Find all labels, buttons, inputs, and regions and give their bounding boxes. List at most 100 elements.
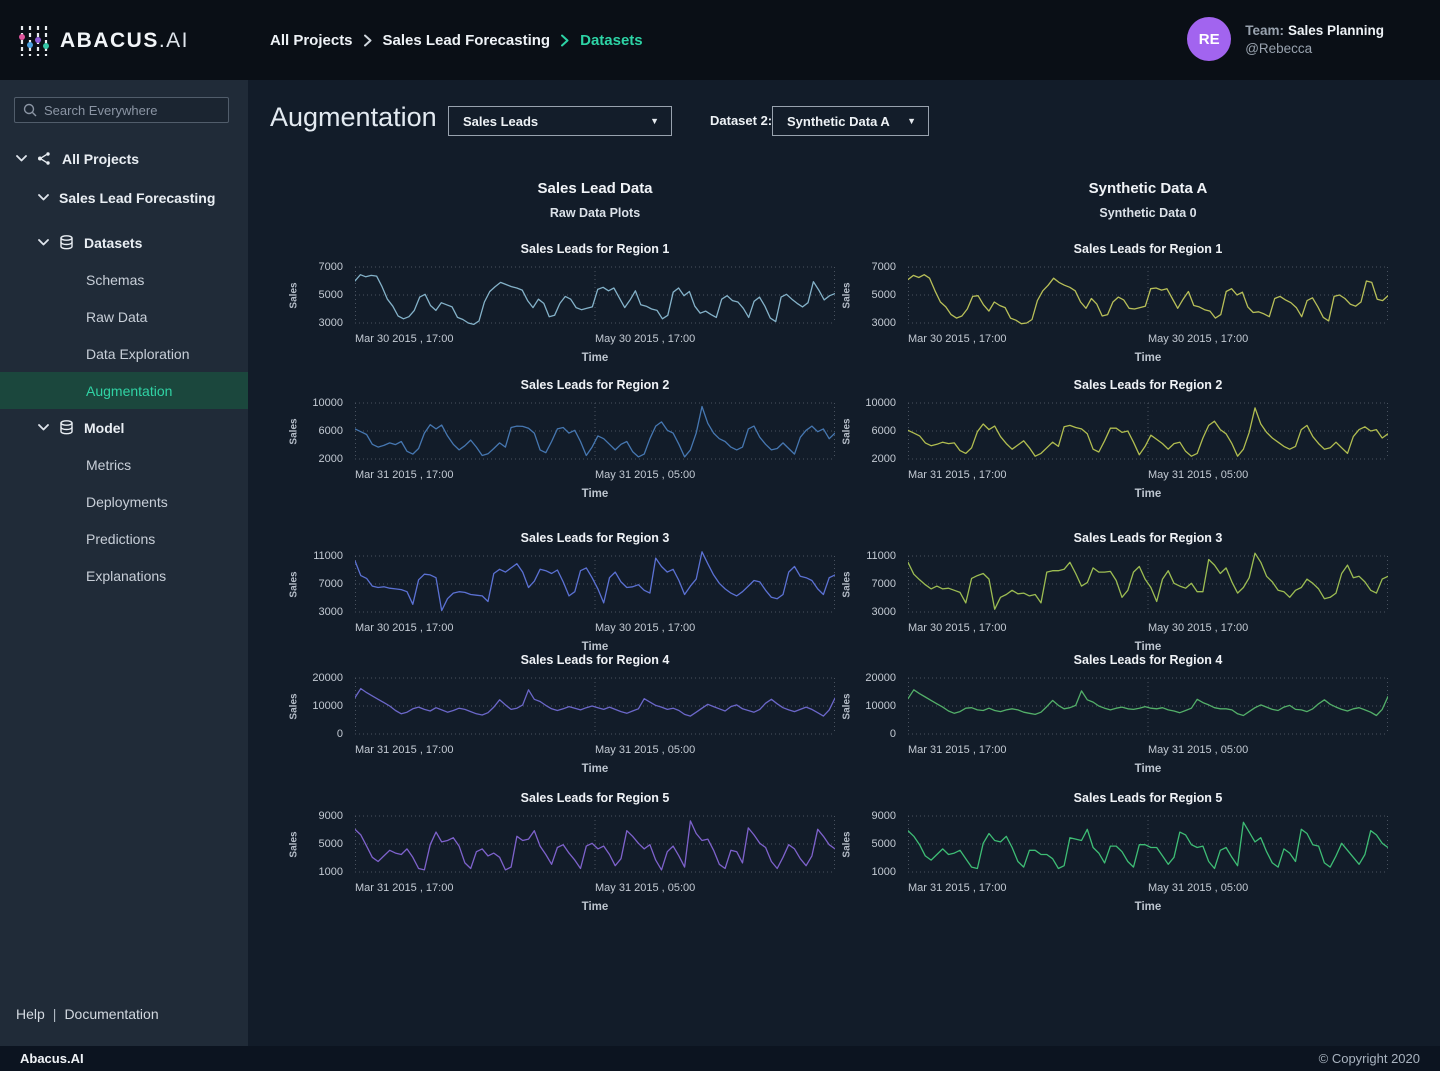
y-tick: 5000 [319, 289, 343, 301]
x-tick: Mar 30 2015 , 17:00 [908, 622, 1006, 634]
x-tick: May 30 2015 , 17:00 [595, 622, 695, 634]
sidebar-item-model[interactable]: Model [0, 409, 248, 446]
y-tick: 3000 [319, 317, 343, 329]
sidebar-item-predictions[interactable]: Predictions [0, 520, 248, 557]
sidebar-item-datasets[interactable]: Datasets [0, 224, 248, 261]
x-tick: May 30 2015 , 17:00 [595, 333, 695, 345]
app-root: ABACUS.AI All Projects Sales Lead Forecas… [0, 0, 1440, 1071]
y-axis-label: Sales [288, 670, 301, 742]
y-tick: 20000 [312, 672, 343, 684]
sidebar-item-data-exploration[interactable]: Data Exploration [0, 335, 248, 372]
sidebar-item-raw-data[interactable]: Raw Data [0, 298, 248, 335]
y-axis-ticks: 1100070003000 [854, 548, 902, 620]
x-axis-label: Time [355, 901, 835, 913]
sidebar-item-schemas[interactable]: Schemas [0, 261, 248, 298]
page-title: Augmentation [270, 102, 437, 133]
sidebar-item-metrics[interactable]: Metrics [0, 446, 248, 483]
chart-title: Sales Leads for Region 5 [908, 791, 1388, 805]
x-tick: May 30 2015 , 17:00 [1148, 333, 1248, 345]
abacus-logo[interactable]: ABACUS.AI [18, 24, 189, 58]
topbar: ABACUS.AI All Projects Sales Lead Forecas… [0, 0, 1440, 80]
chart-left-region-2: Sales Leads for Region 2Sales10000600020… [288, 378, 835, 504]
sidebar-item-label: Metrics [86, 457, 131, 473]
x-axis-label: Time [355, 763, 835, 775]
sidebar-item-all-projects[interactable]: All Projects [0, 140, 248, 177]
y-tick: 2000 [319, 453, 343, 465]
sidebar-item-label: Deployments [86, 494, 168, 510]
x-tick: May 31 2015 , 05:00 [1148, 744, 1248, 756]
chart-title: Sales Leads for Region 3 [908, 531, 1388, 545]
dataset2-label: Dataset 2: [710, 106, 772, 136]
y-axis-label: Sales [288, 259, 301, 331]
y-tick: 2000 [872, 453, 896, 465]
x-axis-label: Time [908, 763, 1388, 775]
documentation-link[interactable]: Documentation [64, 1006, 158, 1022]
y-axis-ticks: 900050001000 [854, 808, 902, 880]
sidebar-item-label: Raw Data [86, 309, 147, 325]
chart-title: Sales Leads for Region 5 [355, 791, 835, 805]
sidebar-item-label: All Projects [62, 151, 139, 167]
breadcrumb-item-sales-lead-forecasting[interactable]: Sales Lead Forecasting [383, 32, 551, 49]
x-tick: Mar 30 2015 , 17:00 [355, 622, 453, 634]
x-axis-label: Time [908, 488, 1388, 500]
breadcrumb-item-datasets[interactable]: Datasets [580, 32, 643, 49]
caret-down-icon: ▼ [907, 116, 916, 126]
footer: Abacus.AI © Copyright 2020 [0, 1046, 1440, 1071]
search-input[interactable] [44, 103, 220, 118]
y-axis-label: Sales [841, 395, 854, 467]
y-axis-label: Sales [288, 395, 301, 467]
y-tick: 9000 [319, 810, 343, 822]
y-tick: 5000 [319, 838, 343, 850]
logo-suffix: .AI [159, 29, 189, 52]
chart-title: Sales Leads for Region 2 [355, 378, 835, 392]
x-tick: May 31 2015 , 05:00 [595, 882, 695, 894]
y-axis-label: Sales [841, 808, 854, 880]
x-tick: Mar 31 2015 , 17:00 [355, 744, 453, 756]
y-axis-ticks: 20000100000 [854, 670, 902, 742]
right-column-subtitle: Synthetic Data 0 [908, 206, 1388, 220]
x-axis-ticks: Mar 30 2015 , 17:00May 30 2015 , 17:00 [355, 333, 835, 346]
chart-left-region-4: Sales Leads for Region 4Sales20000100000… [288, 653, 835, 779]
chart-right-region-3: Sales Leads for Region 3 Sales11000700030… [841, 531, 1388, 657]
chart-title: Sales Leads for Region 4 [355, 653, 835, 667]
dataset2-dropdown[interactable]: Synthetic Data A ▼ [772, 106, 929, 136]
sidebar-item-sales-lead-forecasting[interactable]: Sales Lead Forecasting [0, 179, 248, 216]
chart-plot [908, 808, 1388, 880]
help-link[interactable]: Help [16, 1006, 45, 1022]
y-axis-ticks: 900050001000 [301, 808, 349, 880]
chart-plot [355, 395, 835, 467]
chevron-right-icon [364, 34, 372, 47]
y-tick: 10000 [312, 397, 343, 409]
y-tick: 5000 [872, 838, 896, 850]
sidebar-item-label: Schemas [86, 272, 144, 288]
chart-plot [355, 259, 835, 331]
x-axis-ticks: Mar 31 2015 , 17:00May 31 2015 , 05:00 [908, 744, 1388, 757]
chart-left-region-3: Sales Leads for Region 3Sales11000700030… [288, 531, 835, 657]
y-axis-ticks: 700050003000 [854, 259, 902, 331]
y-axis-label: Sales [841, 548, 854, 620]
projects-icon [37, 151, 52, 166]
y-tick: 7000 [319, 261, 343, 273]
x-axis-label: Time [355, 488, 835, 500]
team-name: Sales Planning [1288, 23, 1384, 38]
x-tick: May 31 2015 , 05:00 [1148, 469, 1248, 481]
user-block[interactable]: RE Team:Sales Planning @Rebecca [1187, 17, 1384, 61]
right-column-header: Synthetic Data A Synthetic Data 0 [908, 180, 1388, 220]
sidebar-item-explanations[interactable]: Explanations [0, 557, 248, 594]
sidebar-item-deployments[interactable]: Deployments [0, 483, 248, 520]
y-tick: 7000 [872, 261, 896, 273]
y-axis-label: Sales [288, 548, 301, 620]
y-tick: 10000 [865, 700, 896, 712]
breadcrumb-item-all-projects[interactable]: All Projects [270, 32, 353, 49]
search-box[interactable] [14, 97, 229, 123]
x-axis-ticks: Mar 31 2015 , 17:00May 31 2015 , 05:00 [355, 882, 835, 895]
y-tick: 9000 [872, 810, 896, 822]
chevron-down-icon [38, 239, 49, 246]
y-tick: 0 [337, 728, 343, 740]
avatar[interactable]: RE [1187, 17, 1231, 61]
sidebar-item-augmentation[interactable]: Augmentation [0, 372, 248, 409]
dataset1-dropdown[interactable]: Sales Leads ▼ [448, 106, 672, 136]
x-tick: Mar 30 2015 , 17:00 [908, 333, 1006, 345]
y-tick: 7000 [872, 578, 896, 590]
sidebar-item-label: Explanations [86, 568, 166, 584]
